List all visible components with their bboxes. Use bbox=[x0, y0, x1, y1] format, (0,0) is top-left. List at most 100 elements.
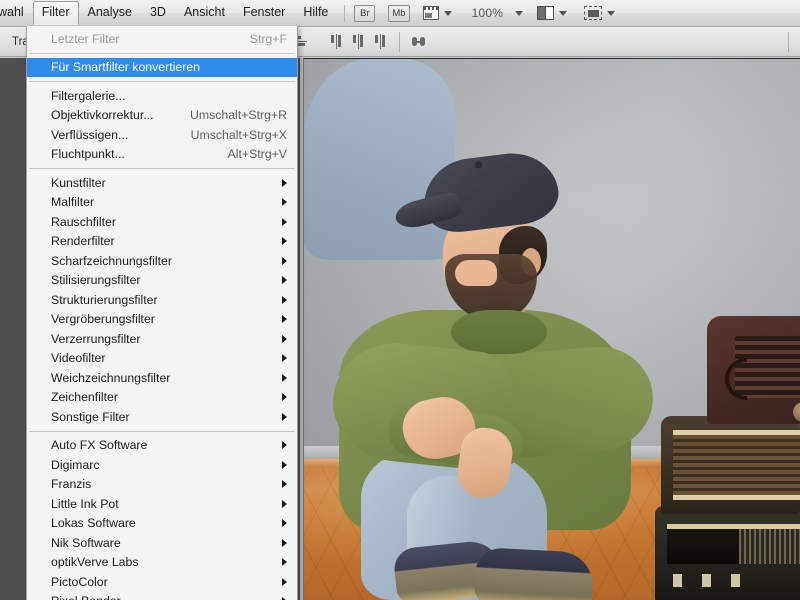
menu-item-label: Malfilter bbox=[51, 195, 95, 210]
menu-separator bbox=[29, 52, 295, 54]
submenu-arrow-icon bbox=[282, 519, 287, 528]
submenu-arrow-icon bbox=[282, 393, 287, 402]
photoshop-window: Transf wahl Filter Analyse 3D Ansicht Fe… bbox=[0, 0, 800, 600]
menu-item-label: Stilisierungsfilter bbox=[51, 273, 141, 288]
arrange-documents-dropdown[interactable] bbox=[537, 6, 568, 20]
menu-item-scharfzeichnungsfilter[interactable]: Scharfzeichnungsfilter bbox=[27, 251, 297, 271]
menu-item-objektivkorrektur[interactable]: Objektivkorrektur... Umschalt+Strg+R bbox=[27, 106, 297, 126]
menu-item-verflüssigen[interactable]: Verflüssigen... Umschalt+Strg+X bbox=[27, 125, 297, 145]
photo-radio-top bbox=[707, 316, 800, 424]
chevron-down-icon bbox=[443, 10, 452, 16]
menu-item-stilisierungsfilter[interactable]: Stilisierungsfilter bbox=[27, 271, 297, 291]
menu-item-label: PictoColor bbox=[51, 574, 108, 589]
menu-item-digimarc[interactable]: Digimarc bbox=[27, 455, 297, 475]
submenu-arrow-icon bbox=[282, 480, 287, 489]
menu-item-kunstfilter[interactable]: Kunstfilter bbox=[27, 173, 297, 193]
menu-item-label: Auto FX Software bbox=[51, 438, 148, 453]
menu-item-für-smartfilter-konvertieren[interactable]: Für Smartfilter konvertieren bbox=[27, 57, 297, 77]
screen-icon bbox=[422, 6, 439, 20]
distribute-icon[interactable] bbox=[411, 34, 426, 49]
menu-item-label: Verzerrungsfilter bbox=[51, 331, 141, 346]
align-left-edges-icon[interactable] bbox=[329, 34, 344, 49]
photo-cap-button bbox=[473, 160, 484, 170]
menu-window[interactable]: Fenster bbox=[234, 1, 294, 25]
menu-item-label: Verflüssigen... bbox=[51, 127, 129, 142]
menu-item-renderfilter[interactable]: Renderfilter bbox=[27, 232, 297, 252]
photo-radio-knob bbox=[793, 402, 800, 422]
submenu-arrow-icon bbox=[282, 354, 287, 363]
menu-item-label: Videofilter bbox=[51, 351, 106, 366]
menu-item-label: Filtergalerie... bbox=[51, 88, 126, 103]
submenu-arrow-icon bbox=[282, 256, 287, 265]
align-horizontal-centers-icon[interactable] bbox=[351, 34, 366, 49]
submenu-arrow-icon bbox=[282, 460, 287, 469]
menu-item-franzis[interactable]: Franzis bbox=[27, 475, 297, 495]
menu-item-nik-software[interactable]: Nik Software bbox=[27, 533, 297, 553]
menu-analyse[interactable]: Analyse bbox=[79, 1, 141, 25]
menu-item-sonstige-filter[interactable]: Sonstige Filter bbox=[27, 407, 297, 427]
menu-item-weichzeichnungsfilter[interactable]: Weichzeichnungsfilter bbox=[27, 368, 297, 388]
bridge-button[interactable]: Br bbox=[354, 4, 376, 22]
photo-radio-bottom bbox=[655, 506, 800, 600]
screen-mode-dropdown[interactable] bbox=[584, 6, 616, 20]
menu-filter[interactable]: Filter bbox=[32, 1, 79, 25]
menu-item-little-ink-pot[interactable]: Little Ink Pot bbox=[27, 494, 297, 514]
menu-item-auto-fx-software[interactable]: Auto FX Software bbox=[27, 436, 297, 456]
menu-item-label: optikVerve Labs bbox=[51, 555, 139, 570]
menu-item-vergröberungsfilter[interactable]: Vergröberungsfilter bbox=[27, 310, 297, 330]
menu-view[interactable]: Ansicht bbox=[175, 1, 234, 25]
menu-select[interactable]: wahl bbox=[0, 1, 33, 25]
mini-bridge-button[interactable]: Mb bbox=[388, 4, 410, 22]
menu-item-shortcut: Alt+Strg+V bbox=[227, 147, 287, 162]
menu-item-label: Weichzeichnungsfilter bbox=[51, 370, 171, 385]
menu-item-pixel-bender[interactable]: Pixel Bender bbox=[27, 592, 297, 600]
filter-dropdown-menu[interactable]: Letzter Filter Strg+F Für Smartfilter konv… bbox=[26, 26, 298, 600]
photo-radio-switches bbox=[673, 574, 740, 587]
menu-item-label: Fluchtpunkt... bbox=[51, 147, 125, 162]
photo-radio-grille bbox=[673, 430, 800, 500]
menu-item-malfilter[interactable]: Malfilter bbox=[27, 193, 297, 213]
menu-item-letzter-filter: Letzter Filter Strg+F bbox=[27, 29, 297, 49]
menu-separator bbox=[29, 168, 295, 169]
menu-item-videofilter[interactable]: Videofilter bbox=[27, 349, 297, 369]
submenu-arrow-icon bbox=[282, 412, 287, 421]
menu-3d[interactable]: 3D bbox=[141, 1, 175, 25]
menu-item-fluchtpunkt[interactable]: Fluchtpunkt... Alt+Strg+V bbox=[27, 145, 297, 165]
menu-item-label: Little Ink Pot bbox=[51, 496, 119, 511]
menu-item-verzerrungsfilter[interactable]: Verzerrungsfilter bbox=[27, 329, 297, 349]
submenu-arrow-icon bbox=[282, 441, 287, 450]
menu-item-label: Objektivkorrektur... bbox=[51, 108, 154, 123]
menu-item-strukturierungsfilter[interactable]: Strukturierungsfilter bbox=[27, 290, 297, 310]
menu-item-label: Strukturierungsfilter bbox=[51, 292, 158, 307]
chevron-down-icon-2 bbox=[559, 10, 568, 16]
menu-item-label: Scharfzeichnungsfilter bbox=[51, 253, 172, 268]
menu-item-pictocolor[interactable]: PictoColor bbox=[27, 572, 297, 592]
menu-item-label: Digimarc bbox=[51, 457, 100, 472]
menu-item-label: Für Smartfilter konvertieren bbox=[51, 60, 200, 75]
zoom-dropdown-chevron-icon[interactable] bbox=[515, 10, 524, 16]
menu-item-optikverve-labs[interactable]: optikVerve Labs bbox=[27, 553, 297, 573]
submenu-arrow-icon bbox=[282, 558, 287, 567]
submenu-arrow-icon bbox=[282, 334, 287, 343]
view-extras-dropdown[interactable] bbox=[422, 6, 452, 20]
chevron-down-icon-3 bbox=[607, 10, 616, 16]
submenu-arrow-icon bbox=[282, 499, 287, 508]
menu-item-lokas-software[interactable]: Lokas Software bbox=[27, 514, 297, 534]
submenu-arrow-icon bbox=[282, 276, 287, 285]
image-canvas[interactable] bbox=[303, 58, 800, 600]
submenu-arrow-icon bbox=[282, 538, 287, 547]
align-right-edges-icon[interactable] bbox=[373, 34, 388, 49]
submenu-arrow-icon bbox=[282, 315, 287, 324]
menu-item-label: Letzter Filter bbox=[51, 31, 120, 46]
menu-item-rauschfilter[interactable]: Rauschfilter bbox=[27, 212, 297, 232]
menu-item-label: Vergröberungsfilter bbox=[51, 312, 155, 327]
menubar-divider bbox=[344, 4, 346, 22]
menu-bar: wahl Filter Analyse 3D Ansicht Fenster H… bbox=[0, 0, 800, 27]
submenu-arrow-icon bbox=[282, 198, 287, 207]
options-divider-2 bbox=[788, 31, 789, 52]
menu-item-filtergalerie[interactable]: Filtergalerie... bbox=[27, 86, 297, 106]
menu-item-zeichenfilter[interactable]: Zeichenfilter bbox=[27, 388, 297, 408]
menu-item-label: Renderfilter bbox=[51, 234, 115, 249]
menu-item-label: Sonstige Filter bbox=[51, 409, 130, 424]
menu-help[interactable]: Hilfe bbox=[294, 1, 337, 25]
